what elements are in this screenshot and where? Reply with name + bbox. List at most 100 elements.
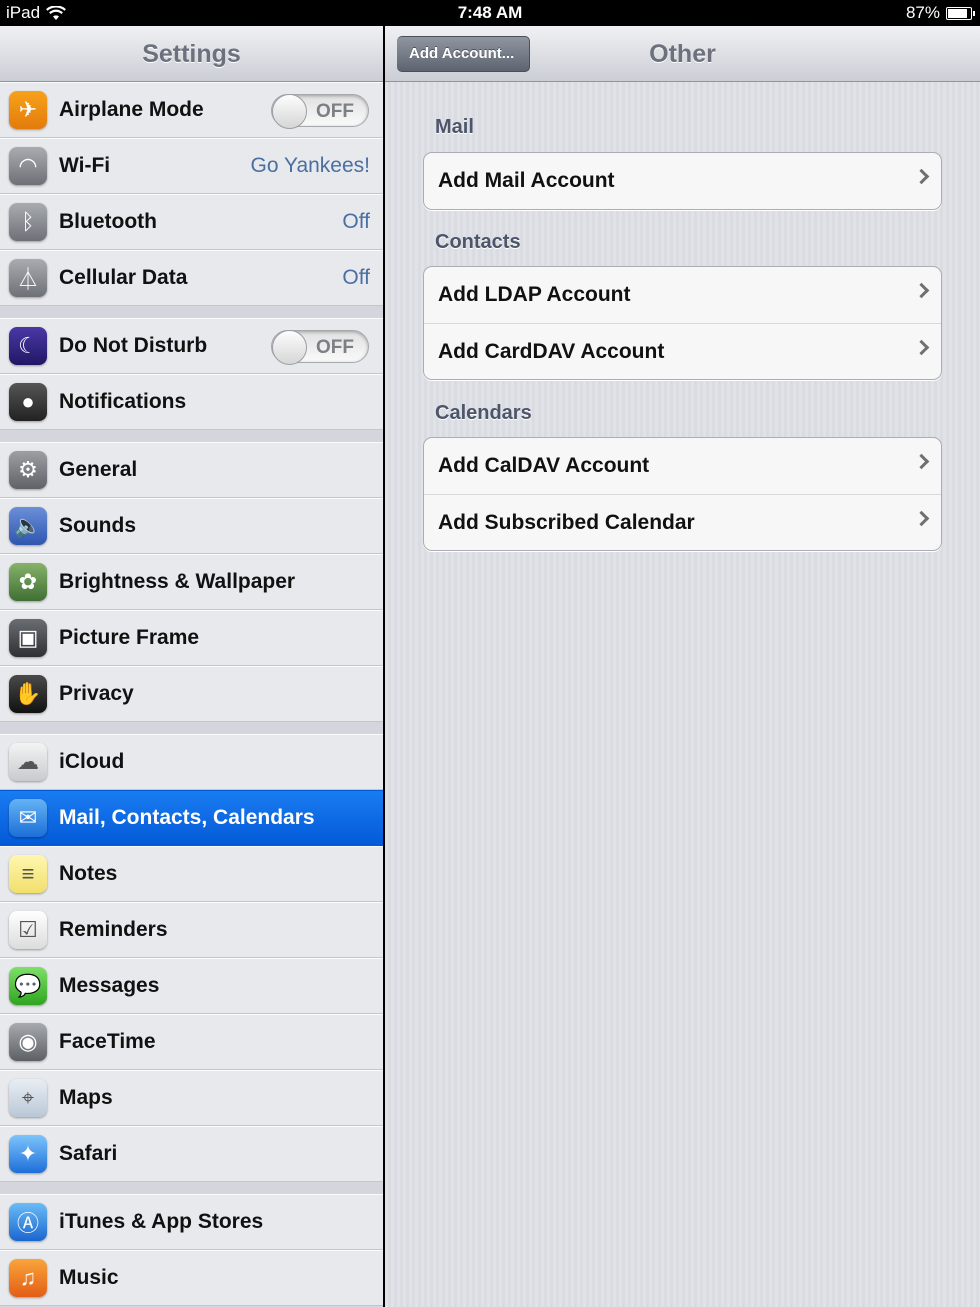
sidebar-item-label: Airplane Mode [59, 98, 204, 121]
toggle-state-label: OFF [316, 336, 354, 358]
sidebar-item-label: Mail, Contacts, Calendars [59, 806, 315, 829]
maps-icon: ⌖ [9, 1079, 47, 1117]
sidebar-item-label: iCloud [59, 750, 125, 773]
sidebar-item-label: Notifications [59, 390, 187, 413]
sidebar-item-label: Picture Frame [59, 626, 200, 649]
settings-sidebar: Settings ✈ Airplane Mode OFF ◠ Wi-Fi Go Yanke… [0, 26, 383, 1307]
battery-icon [946, 6, 975, 20]
sidebar-item-label: Brightness & Wallpaper [59, 570, 296, 593]
cellular-icon: ⏃ [9, 259, 47, 297]
sidebar-item-label: iTunes & App Stores [59, 1210, 264, 1233]
facetime-icon: ◉ [9, 1023, 47, 1061]
detail-nav-bar: Other Add Account... [385, 26, 980, 82]
cloud-icon: ☁ [9, 743, 47, 781]
settings-group: ☾ Do Not Disturb OFF ● Notifications [0, 318, 383, 442]
sidebar-item-label: Privacy [59, 682, 134, 705]
clock: 7:48 AM [457, 3, 523, 22]
sidebar-item-notes[interactable]: ≡ Notes [0, 846, 383, 902]
battery-percent: 87% [905, 3, 940, 22]
calendars-group: Add CalDAV Account Add Subscribed Calend… [423, 437, 942, 551]
music-icon: ♫ [9, 1259, 47, 1297]
chevron-right-icon [913, 339, 930, 356]
sidebar-item-icloud[interactable]: ☁ iCloud [0, 734, 383, 790]
sidebar-item-label: Music [59, 1266, 119, 1289]
airplane-mode-toggle[interactable]: OFF [271, 93, 369, 129]
airplane-icon: ✈ [9, 91, 47, 129]
settings-list: ✈ Airplane Mode OFF ◠ Wi-Fi Go Yankees! ᛒ Bluet… [0, 82, 383, 1307]
sidebar-item-label: Messages [59, 974, 160, 997]
chevron-right-icon [913, 453, 930, 470]
sidebar-item-label: General [59, 458, 138, 481]
sidebar-item-value: Off [342, 210, 370, 233]
add-carddav-account-row[interactable]: Add CardDAV Account [424, 323, 941, 379]
safari-icon: ✦ [9, 1135, 47, 1173]
sidebar-item-label: Wi-Fi [59, 154, 111, 177]
settings-group: ⒶiTunes & App Stores ♫ Music [0, 1194, 383, 1307]
sidebar-title: Settings [0, 26, 383, 82]
sidebar-item-notifications[interactable]: ● Notifications [0, 374, 383, 430]
sidebar-item-mail-contacts-calendars[interactable]: ✉ Mail, Contacts, Calendars [0, 790, 383, 846]
hand-icon: ✋ [9, 675, 47, 713]
sidebar-item-messages[interactable]: 💬 Messages [0, 958, 383, 1014]
chevron-right-icon [913, 282, 930, 299]
notes-icon: ≡ [9, 855, 47, 893]
contacts-group: Add LDAP Account Add CardDAV Account [423, 266, 942, 380]
sidebar-item-privacy[interactable]: ✋ Privacy [0, 666, 383, 722]
messages-icon: 💬 [9, 967, 47, 1005]
toggle-knob [272, 93, 307, 129]
do-not-disturb-toggle[interactable]: OFF [271, 329, 369, 365]
status-bar: iPad 7:48 AM 87% [0, 0, 980, 26]
app-store-icon: Ⓐ [9, 1203, 47, 1241]
sidebar-item-wi-fi[interactable]: ◠ Wi-Fi Go Yankees! [0, 138, 383, 194]
detail-pane: Other Add Account... Mail Add Mail Accou… [385, 26, 980, 1307]
sidebar-item-label: Sounds [59, 514, 136, 537]
sidebar-item-picture-frame[interactable]: ▣ Picture Frame [0, 610, 383, 666]
settings-group: ☁ iCloud ✉ Mail, Contacts, Calendars ≡ Notes ☑… [0, 734, 383, 1194]
sidebar-item-facetime[interactable]: ◉ FaceTime [0, 1014, 383, 1070]
sidebar-item-value: Go Yankees! [250, 154, 370, 177]
sidebar-item-label: Cellular Data [59, 266, 188, 289]
gear-icon: ⚙ [9, 451, 47, 489]
add-ldap-account-row[interactable]: Add LDAP Account [424, 267, 941, 323]
toggle-state-label: OFF [316, 100, 354, 122]
sidebar-item-do-not-disturb[interactable]: ☾ Do Not Disturb OFF [0, 318, 383, 374]
sidebar-item-cellular-data[interactable]: ⏃ Cellular Data Off [0, 250, 383, 306]
battery: 87% [905, 3, 975, 23]
notifications-icon: ● [9, 383, 47, 421]
sidebar-item-brightness-wallpaper[interactable]: ✿ Brightness & Wallpaper [0, 554, 383, 610]
moon-icon: ☾ [9, 327, 47, 365]
section-header-mail: Mail [435, 116, 474, 138]
sidebar-item-label: FaceTime [59, 1030, 156, 1053]
toggle-knob [272, 329, 307, 365]
sidebar-item-label: Notes [59, 862, 118, 885]
chevron-right-icon [913, 168, 930, 185]
section-header-calendars: Calendars [435, 402, 532, 424]
add-mail-account-row[interactable]: Add Mail Account [424, 153, 941, 209]
sidebar-item-music[interactable]: ♫ Music [0, 1250, 383, 1306]
sidebar-item-safari[interactable]: ✦ Safari [0, 1126, 383, 1182]
sidebar-item-bluetooth[interactable]: ᛒ Bluetooth Off [0, 194, 383, 250]
bluetooth-icon: ᛒ [9, 203, 47, 241]
sidebar-item-label: Reminders [59, 918, 168, 941]
sidebar-item-itunes-app-stores[interactable]: ⒶiTunes & App Stores [0, 1194, 383, 1250]
flower-icon: ✿ [9, 563, 47, 601]
speaker-icon: 🔈 [9, 507, 47, 545]
picture-frame-icon: ▣ [9, 619, 47, 657]
sidebar-item-label: Bluetooth [59, 210, 157, 233]
sidebar-item-label: Maps [59, 1086, 113, 1109]
add-caldav-account-row[interactable]: Add CalDAV Account [424, 438, 941, 494]
sidebar-item-value: Off [342, 266, 370, 289]
add-subscribed-calendar-row[interactable]: Add Subscribed Calendar [424, 494, 941, 550]
sidebar-item-label: Do Not Disturb [59, 334, 208, 357]
sidebar-item-maps[interactable]: ⌖ Maps [0, 1070, 383, 1126]
sidebar-item-general[interactable]: ⚙ General [0, 442, 383, 498]
sidebar-item-label: Safari [59, 1142, 118, 1165]
back-button[interactable]: Add Account... [397, 36, 530, 72]
mail-group: Add Mail Account [423, 152, 942, 210]
settings-group: ✈ Airplane Mode OFF ◠ Wi-Fi Go Yankees! ᛒ Bluet… [0, 82, 383, 318]
sidebar-item-sounds[interactable]: 🔈 Sounds [0, 498, 383, 554]
settings-group: ⚙ General 🔈 Sounds ✿ Brightness & Wallpaper ▣ P… [0, 442, 383, 734]
sidebar-item-reminders[interactable]: ☑ Reminders [0, 902, 383, 958]
sidebar-item-airplane-mode[interactable]: ✈ Airplane Mode OFF [0, 82, 383, 138]
chevron-right-icon [913, 510, 930, 527]
